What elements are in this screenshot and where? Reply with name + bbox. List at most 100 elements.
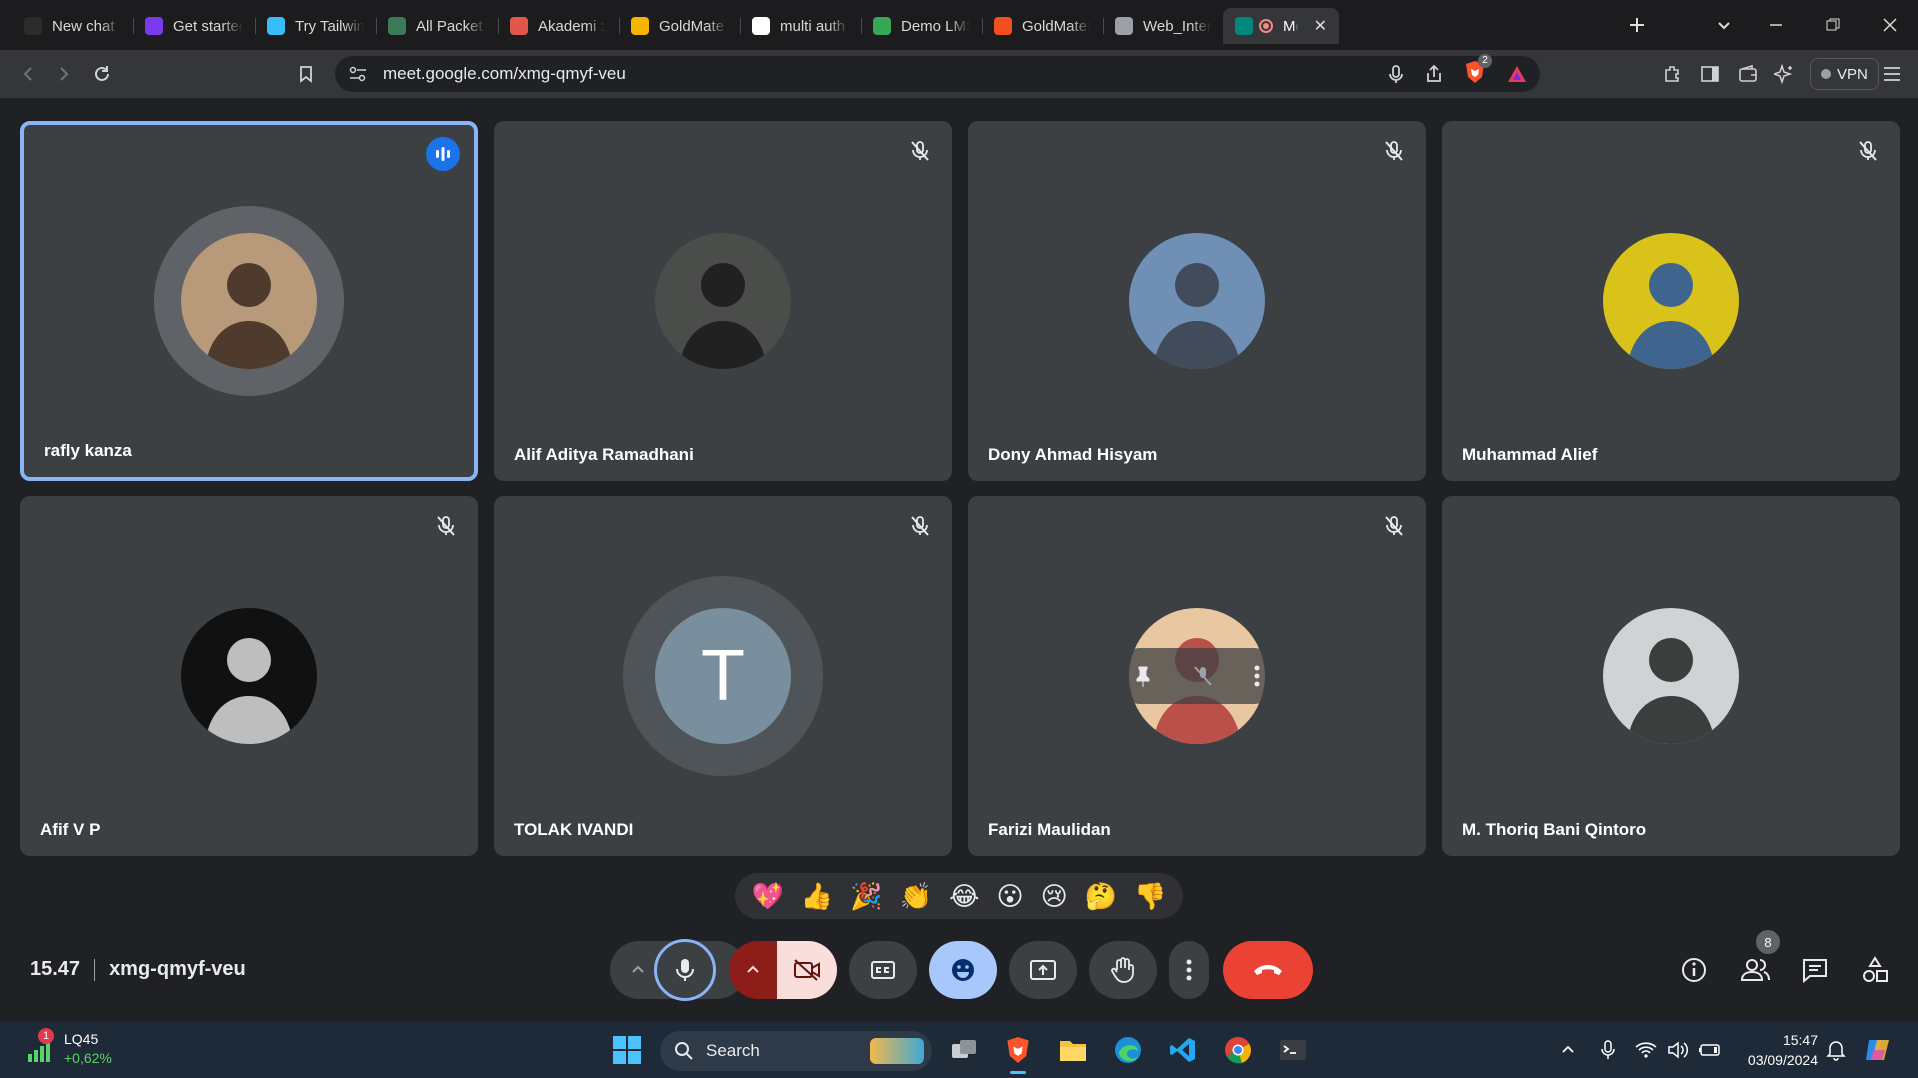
tab-label: Web_Interfac: [1143, 17, 1211, 35]
windows-taskbar: 1 LQ45 +0,62% Search 15:47 03/09/2024: [0, 1022, 1918, 1078]
avatar: [181, 608, 317, 744]
reaction-button[interactable]: 💖: [752, 881, 784, 912]
camera-toggle-button[interactable]: [777, 941, 837, 999]
brave-rewards-icon[interactable]: [1506, 64, 1528, 84]
microphone-toggle-button[interactable]: [654, 939, 716, 1001]
meeting-info: 15.47 xmg-qmyf-veu: [30, 958, 246, 981]
avatar-container: [1129, 233, 1265, 369]
browser-tab[interactable]: All Packet Te: [376, 8, 498, 44]
tab-search-button[interactable]: [1716, 0, 1732, 50]
chat-button[interactable]: [1795, 950, 1835, 990]
more-vert-icon[interactable]: [1254, 665, 1260, 687]
stock-widget[interactable]: 1 LQ45 +0,62%: [26, 1028, 112, 1068]
tray-microphone[interactable]: [1590, 1032, 1626, 1068]
close-window-button[interactable]: [1882, 0, 1898, 50]
browser-tab[interactable]: GoldMate - C: [619, 8, 740, 44]
site-settings-icon[interactable]: [349, 66, 367, 82]
raise-hand-button[interactable]: [1089, 941, 1157, 999]
browser-tab[interactable]: Meet ✕: [1223, 8, 1339, 44]
address-bar[interactable]: meet.google.com/xmg-qmyf-veu 2: [335, 53, 1540, 92]
taskbar-chrome[interactable]: [1220, 1032, 1256, 1068]
mic-off-icon: [1856, 139, 1880, 163]
share-icon[interactable]: [1424, 64, 1444, 84]
restore-button[interactable]: [1825, 0, 1841, 50]
forward-button[interactable]: [46, 56, 82, 92]
taskbar-edge[interactable]: [1110, 1032, 1146, 1068]
leo-ai-icon[interactable]: [1774, 64, 1794, 84]
reaction-button[interactable]: 👎: [1134, 881, 1166, 912]
pin-icon[interactable]: [1134, 665, 1152, 687]
vpn-button[interactable]: VPN: [1810, 58, 1879, 90]
reaction-button[interactable]: 👏: [900, 881, 932, 912]
tray-wifi[interactable]: [1628, 1032, 1664, 1068]
present-screen-button[interactable]: [1009, 941, 1077, 999]
taskbar-terminal[interactable]: [1275, 1032, 1311, 1068]
close-tab-icon[interactable]: ✕: [1314, 16, 1327, 36]
taskbar-search[interactable]: Search: [660, 1031, 932, 1071]
participant-tile[interactable]: Afif V P: [20, 496, 478, 856]
tray-overflow-button[interactable]: [1550, 1032, 1586, 1068]
minimize-button[interactable]: [1768, 0, 1784, 50]
sidebar-icon[interactable]: [1700, 64, 1720, 84]
browser-tab[interactable]: Demo LMS -: [861, 8, 982, 44]
brave-shields-button[interactable]: 2: [1464, 53, 1492, 89]
participant-tile[interactable]: T TOLAK IVANDI: [494, 496, 952, 856]
reaction-button[interactable]: 😮: [996, 881, 1023, 912]
browser-tab[interactable]: Akademi : Sc: [498, 8, 619, 44]
vpn-label: VPN: [1837, 65, 1868, 83]
participant-tile[interactable]: Alif Aditya Ramadhani: [494, 121, 952, 481]
windows-icon: [613, 1036, 641, 1064]
taskbar-brave[interactable]: [1000, 1032, 1036, 1074]
emoji-icon: [952, 959, 974, 981]
wallet-icon[interactable]: [1738, 64, 1758, 84]
meeting-details-button[interactable]: [1674, 950, 1714, 990]
copilot-button[interactable]: [1860, 1032, 1896, 1068]
tray-battery[interactable]: [1692, 1032, 1728, 1068]
clock[interactable]: 15:47 03/09/2024: [1748, 1030, 1818, 1070]
mic-off-icon: [908, 514, 932, 538]
back-button[interactable]: [10, 56, 46, 92]
browser-tab[interactable]: Web_Interfac: [1103, 8, 1223, 44]
browser-tab[interactable]: Get started w: [133, 8, 255, 44]
captions-button[interactable]: [849, 941, 917, 999]
browser-tab[interactable]: Try Tailwind C: [255, 8, 376, 44]
notification-button[interactable]: [1818, 1032, 1854, 1068]
avatar-container: T: [623, 576, 823, 776]
mute-participant-icon[interactable]: [1193, 665, 1213, 687]
activities-button[interactable]: [1855, 950, 1895, 990]
menu-icon[interactable]: [1882, 64, 1902, 84]
reaction-button[interactable]: 😢: [1041, 881, 1068, 912]
start-button[interactable]: [609, 1032, 645, 1068]
participant-tile[interactable]: rafly kanza: [20, 121, 478, 481]
more-options-button[interactable]: [1169, 941, 1209, 999]
bookmark-button[interactable]: [288, 56, 324, 92]
reaction-button[interactable]: 👍: [801, 881, 833, 912]
reaction-button[interactable]: 🤔: [1085, 881, 1117, 912]
extensions-icon[interactable]: [1662, 64, 1682, 84]
participant-tile[interactable]: Dony Ahmad Hisyam: [968, 121, 1426, 481]
participant-tile[interactable]: M. Thoriq Bani Qintoro: [1442, 496, 1900, 856]
browser-tab[interactable]: New chat - P: [12, 8, 133, 44]
participant-tile[interactable]: Farizi Maulidan: [968, 496, 1426, 856]
taskbar-file-explorer[interactable]: [1055, 1032, 1091, 1068]
arrow-right-icon: [60, 67, 69, 81]
microphone-icon[interactable]: [1388, 64, 1404, 84]
bootstrap-icon: [145, 17, 163, 35]
tray-volume[interactable]: [1660, 1032, 1696, 1068]
taskbar-vscode[interactable]: [1165, 1032, 1201, 1068]
participant-tile[interactable]: Muhammad Alief: [1442, 121, 1900, 481]
task-view-button[interactable]: [946, 1032, 982, 1068]
browser-tab[interactable]: multi auth -: [740, 8, 861, 44]
reaction-button[interactable]: 🎉: [850, 881, 882, 912]
leave-call-button[interactable]: [1223, 941, 1313, 999]
emoji-reactions-button[interactable]: [929, 941, 997, 999]
reaction-button[interactable]: 😂: [949, 881, 979, 912]
video-options-button[interactable]: [729, 941, 777, 999]
browser-tab[interactable]: GoldMate: A: [982, 8, 1103, 44]
reload-button[interactable]: [84, 56, 120, 92]
participant-name: TOLAK IVANDI: [514, 820, 634, 839]
new-tab-button[interactable]: [1628, 0, 1646, 50]
url-text[interactable]: meet.google.com/xmg-qmyf-veu: [383, 64, 626, 84]
shield-count-badge: 2: [1478, 53, 1492, 68]
people-button[interactable]: [1735, 950, 1775, 990]
